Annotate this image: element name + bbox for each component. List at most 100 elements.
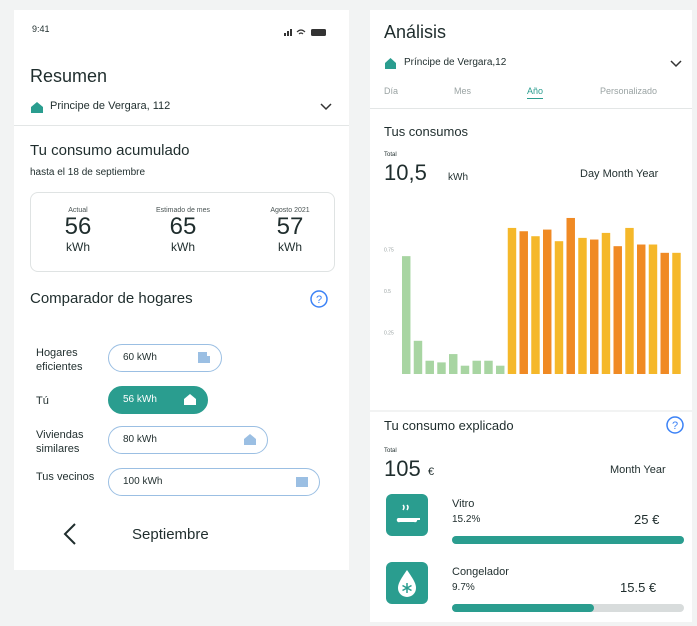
progress-fill [452, 536, 684, 544]
analisis-panel: Análisis Príncipe de Vergara,12 Día Mes … [370, 10, 692, 410]
bar [590, 239, 599, 374]
status-icons [284, 24, 334, 36]
address-label: Principe de Vergara, 112 [50, 100, 171, 112]
home-icon [184, 394, 196, 405]
stat-unit: kWh [278, 240, 302, 254]
bar [496, 365, 505, 374]
stat-unit: kWh [66, 240, 90, 254]
svg-text:?: ? [672, 420, 678, 432]
bar [531, 236, 540, 374]
comparador-title: Comparador de hogares [30, 290, 193, 307]
divider [14, 125, 349, 126]
y-tick-label: 0.75 [384, 248, 394, 254]
help-icon[interactable]: ? [310, 290, 328, 308]
consumption-chart: 0.75 0.5 0.25 [384, 217, 681, 374]
tab-dia[interactable]: Día [384, 86, 398, 96]
category-amount: 15.5 € [620, 580, 657, 595]
row-label-vecinos: Tus vecinos [36, 471, 95, 483]
address-label: Príncipe de Vergara,12 [404, 57, 507, 68]
bar [460, 365, 470, 374]
explicado-total-value: 105 [384, 456, 421, 481]
pill-similares: 80 kWh [108, 426, 268, 454]
bar [519, 231, 528, 374]
bar [566, 217, 575, 374]
bar [472, 360, 481, 374]
y-tick-label: 0.25 [384, 331, 394, 337]
apartment-icon [296, 477, 308, 487]
chevron-left-icon[interactable] [62, 522, 78, 546]
address-selector[interactable]: Príncipe de Vergara,12 [384, 57, 684, 73]
bar [660, 252, 669, 374]
home-icon [385, 58, 396, 69]
total-unit: kWh [448, 172, 468, 183]
bar [437, 362, 446, 374]
page-title: Resumen [30, 66, 108, 86]
signal-wifi-battery-icon [284, 29, 326, 36]
pill-value: 56 kWh [123, 394, 157, 405]
explicado-panel: Tu consumo explicado ? Total 105 € Month… [370, 412, 692, 622]
tab-personalizado[interactable]: Personalizado [600, 86, 657, 96]
stat-value: 57 [276, 213, 304, 240]
pill-vecinos: 100 kWh [108, 468, 320, 496]
bar [402, 256, 411, 374]
bar [413, 340, 423, 374]
stat-agosto: Agosto 2021 57 kWh [255, 207, 325, 254]
stat-estimado: Estimado de mes 65 kWh [143, 207, 223, 254]
row-label-tu: Tú [36, 395, 49, 407]
row-label-eficientes: Hogares eficientes [36, 347, 83, 373]
chevron-down-icon [670, 60, 682, 68]
y-tick-label: 0.5 [384, 289, 391, 295]
bar [613, 246, 622, 374]
explicado-range[interactable]: Month Year [610, 464, 666, 476]
category-vitro [386, 494, 428, 536]
status-time: 9:41 [32, 24, 50, 34]
stats-box: Actual 56 kWh Estimado de mes 65 kWh Ago… [30, 192, 335, 272]
divider [370, 108, 692, 109]
total-label: Total [384, 152, 397, 158]
chart-area: 0.75 0.5 0.25 [384, 198, 684, 386]
building-icon [198, 352, 210, 363]
explicado-total-label: Total [384, 448, 397, 454]
category-name: Congelador [452, 566, 509, 578]
bar [543, 229, 552, 374]
bar [601, 232, 611, 374]
help-icon[interactable]: ? [666, 416, 684, 434]
svg-text:?: ? [316, 294, 322, 306]
bar [672, 252, 681, 374]
stat-unit: kWh [171, 240, 195, 254]
row-label-similares: Viviendas similares [36, 429, 84, 455]
pill-value: 60 kWh [123, 352, 157, 363]
explicado-total-unit: € [428, 466, 435, 478]
pill-eficientes: 60 kWh [108, 344, 222, 372]
bar [637, 244, 646, 374]
bar [425, 360, 434, 374]
category-congelador [386, 562, 428, 604]
range-options[interactable]: Day Month Year [580, 168, 658, 180]
tab-mes[interactable]: Mes [454, 86, 471, 96]
bar [484, 360, 493, 374]
resumen-panel: 9:41 Resumen Principe de Vergara, 112 Tu… [14, 10, 349, 570]
pill-value: 80 kWh [123, 434, 157, 445]
bar [507, 227, 517, 374]
page-title: Análisis [384, 22, 447, 42]
consumo-title: Tu consumo acumulado [30, 142, 190, 159]
stat-value: 65 [169, 213, 197, 240]
bar [578, 237, 587, 374]
month-label: Septiembre [132, 526, 209, 543]
pill-tu: 56 kWh [108, 386, 208, 414]
category-percent: 15.2% [452, 514, 481, 525]
tab-ano[interactable]: Año [527, 86, 544, 99]
home-icon [31, 102, 43, 113]
consumo-subtitle: hasta el 18 de septiembre [30, 167, 146, 178]
consumos-title: Tus consumos [384, 124, 469, 139]
category-amount: 25 € [634, 512, 660, 527]
stat-value: 56 [64, 213, 92, 240]
address-selector[interactable]: Principe de Vergara, 112 [30, 100, 340, 116]
category-percent: 9.7% [452, 582, 475, 593]
bar [554, 241, 564, 374]
bar [449, 354, 458, 374]
chevron-down-icon [320, 103, 332, 111]
stat-actual: Actual 56 kWh [43, 207, 113, 254]
total-value: 10,5 [384, 160, 427, 185]
pill-value: 100 kWh [123, 476, 163, 487]
